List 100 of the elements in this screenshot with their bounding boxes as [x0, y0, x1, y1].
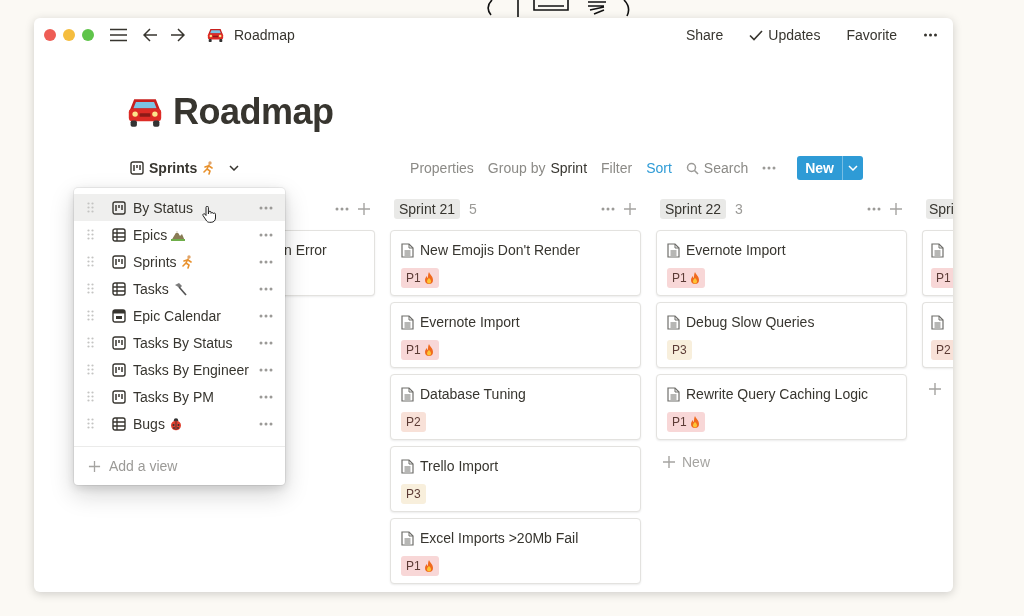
view-menu-item[interactable]: By Status: [74, 194, 285, 221]
toolbar-button[interactable]: Filter: [594, 160, 640, 176]
column-title: Spri: [926, 199, 953, 219]
board-view-icon: [112, 200, 126, 215]
task-card[interactable]: P2: [922, 302, 953, 368]
view-name: Bugs: [133, 415, 165, 432]
chevron-down-icon[interactable]: [229, 165, 240, 171]
plus-icon[interactable]: [662, 455, 676, 469]
view-name: Epics: [133, 226, 168, 243]
calendar-view-icon: [112, 308, 126, 323]
priority-tag: P1: [667, 268, 705, 288]
top-bar-button[interactable]: Favorite: [841, 27, 902, 43]
task-card[interactable]: Database Tuning P2: [390, 374, 641, 440]
search-icon: [685, 161, 699, 175]
drag-handle-icon[interactable]: [87, 202, 94, 213]
drag-handle-icon[interactable]: [87, 310, 94, 321]
card-title: Database Tuning: [420, 386, 526, 402]
plus-icon[interactable]: [623, 202, 637, 216]
task-card[interactable]: Trello Import P3: [390, 446, 641, 512]
board-view-icon: [112, 335, 126, 350]
drag-handle-icon[interactable]: [87, 229, 94, 240]
card-title: Trello Import: [420, 458, 499, 474]
document-icon: [667, 242, 680, 258]
drag-handle-icon[interactable]: [87, 418, 94, 429]
plus-icon[interactable]: [357, 202, 371, 216]
view-name: Tasks By Engineer: [133, 361, 249, 378]
priority-tag: P1: [931, 268, 953, 288]
column-count: 3: [735, 201, 743, 217]
view-switcher[interactable]: Sprints: [127, 160, 240, 176]
new-options-button[interactable]: [842, 156, 863, 180]
task-card[interactable]: Rewrite Query Caching Logic P1: [656, 374, 907, 440]
top-bar-button[interactable]: Share: [680, 27, 729, 43]
board-view-icon: [112, 389, 126, 404]
more-icon[interactable]: [922, 33, 939, 37]
runner-icon: [180, 254, 194, 269]
toolbar-button[interactable]: Properties: [403, 160, 481, 176]
group-by-button[interactable]: Group by Sprint: [480, 160, 595, 176]
priority-tag: P3: [667, 340, 692, 360]
priority-tag: P1: [401, 340, 439, 360]
close-window-button[interactable]: [44, 29, 56, 41]
back-arrow-icon[interactable]: [143, 28, 158, 42]
priority-tag: P1: [401, 268, 439, 288]
drag-handle-icon[interactable]: [87, 364, 94, 375]
document-icon: [931, 242, 944, 258]
view-name: Tasks By Status: [133, 334, 233, 351]
plus-icon[interactable]: [889, 202, 903, 216]
page-title: Roadmap: [173, 91, 334, 133]
view-name: Tasks By PM: [133, 388, 214, 405]
view-menu-item[interactable]: Tasks: [74, 275, 285, 302]
hand-cursor-icon: [202, 206, 216, 223]
table-view-icon: [112, 227, 126, 242]
task-card[interactable]: Evernote Import P1: [390, 302, 641, 368]
card-title: Debug Slow Queries: [686, 314, 815, 330]
minimize-window-button[interactable]: [63, 29, 75, 41]
plus-icon[interactable]: [88, 459, 101, 473]
view-menu-item[interactable]: Tasks By Engineer: [74, 356, 285, 383]
document-icon: [401, 386, 414, 402]
drag-handle-icon[interactable]: [87, 256, 94, 267]
view-menu-item[interactable]: Epic Calendar: [74, 302, 285, 329]
task-card[interactable]: New Emojis Don't Render P1: [390, 230, 641, 296]
drag-handle-icon[interactable]: [87, 337, 94, 348]
forward-arrow-icon[interactable]: [170, 28, 185, 42]
view-name: Sprints: [133, 253, 177, 270]
menu-icon[interactable]: [110, 28, 127, 42]
view-name: By Status: [133, 199, 193, 216]
card-title: Rewrite Query Caching Logic: [686, 386, 869, 402]
card-title: New Emojis Don't Render: [420, 242, 580, 258]
view-name: Tasks: [133, 280, 169, 297]
search-button[interactable]: Search: [678, 160, 756, 176]
document-icon: [401, 530, 414, 546]
view-menu-item[interactable]: Epics: [74, 221, 285, 248]
priority-tag: P1: [667, 412, 705, 432]
car-icon: [127, 96, 163, 128]
task-card[interactable]: Evernote Import P1: [656, 230, 907, 296]
view-name: Epic Calendar: [133, 307, 221, 324]
drag-handle-icon[interactable]: [87, 283, 94, 294]
card-title: Excel Imports >20Mb Fail: [420, 530, 579, 546]
updates-button[interactable]: Updates: [744, 27, 826, 43]
board-view-icon: [130, 161, 144, 175]
document-icon: [931, 314, 944, 330]
card-title: Evernote Import: [420, 314, 520, 330]
view-menu-item[interactable]: Tasks By PM: [74, 383, 285, 410]
priority-tag: P2: [401, 412, 426, 432]
zoom-window-button[interactable]: [82, 29, 94, 41]
ladybug-icon: [168, 416, 183, 431]
drag-handle-icon[interactable]: [87, 391, 94, 402]
board-view-icon: [112, 362, 126, 377]
view-menu-item[interactable]: Sprints: [74, 248, 285, 275]
priority-tag: P1: [401, 556, 439, 576]
card-title: Evernote Import: [686, 242, 786, 258]
view-menu-item[interactable]: Bugs: [74, 410, 285, 437]
column-count: 5: [469, 201, 477, 217]
car-icon: [207, 27, 224, 43]
task-card[interactable]: Debug Slow Queries P3: [656, 302, 907, 368]
view-menu-item[interactable]: Tasks By Status: [74, 329, 285, 356]
task-card[interactable]: Excel Imports >20Mb Fail P1: [390, 518, 641, 584]
task-card[interactable]: P1: [922, 230, 953, 296]
plus-icon[interactable]: [928, 382, 942, 396]
document-icon: [667, 386, 680, 402]
breadcrumb-title[interactable]: Roadmap: [234, 27, 295, 43]
